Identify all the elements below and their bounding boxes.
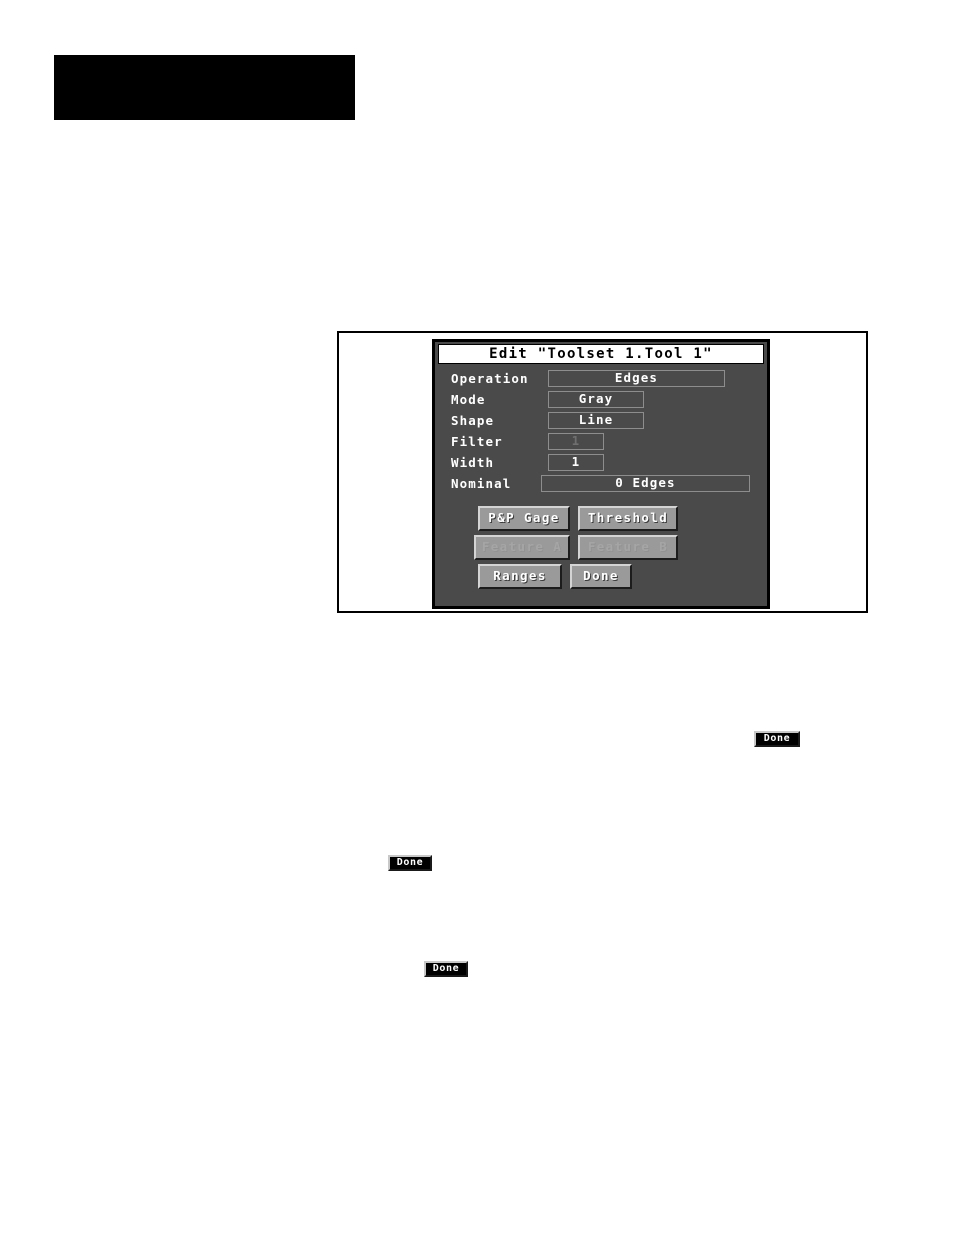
done-button-label: Done bbox=[583, 568, 619, 584]
inline-done-button-3-label: Done bbox=[432, 963, 460, 974]
button-row-3: Ranges Done bbox=[435, 564, 767, 593]
form-row-nominal: Nominal 0 Edges bbox=[435, 474, 767, 494]
field-filter: 1 bbox=[548, 433, 604, 450]
feature-b-button-label: Feature B bbox=[587, 539, 669, 555]
field-nominal[interactable]: 0 Edges bbox=[541, 475, 750, 492]
threshold-button[interactable]: Threshold bbox=[578, 506, 678, 531]
form-row-shape: Shape Line bbox=[435, 411, 767, 431]
button-row-1: P&P Gage Threshold bbox=[435, 506, 767, 535]
field-mode[interactable]: Gray bbox=[548, 391, 644, 408]
label-width: Width bbox=[451, 455, 495, 470]
screenshot-figure-frame: Edit "Toolset 1.Tool 1" Operation Edges … bbox=[337, 331, 868, 613]
edit-tool-dialog: Edit "Toolset 1.Tool 1" Operation Edges … bbox=[432, 339, 770, 609]
ranges-button-label: Ranges bbox=[493, 568, 547, 584]
dialog-button-area: P&P Gage Threshold Feature A Feature B R… bbox=[435, 506, 767, 593]
feature-a-button-label: Feature A bbox=[481, 539, 563, 555]
label-operation: Operation bbox=[451, 371, 529, 386]
form-row-operation: Operation Edges bbox=[435, 369, 767, 389]
label-nominal: Nominal bbox=[451, 476, 512, 491]
field-mode-value: Gray bbox=[578, 391, 614, 407]
label-filter: Filter bbox=[451, 434, 503, 449]
inline-done-button-2[interactable]: Done bbox=[388, 855, 432, 871]
feature-a-button: Feature A bbox=[474, 535, 570, 560]
dialog-title: Edit "Toolset 1.Tool 1" bbox=[489, 346, 713, 362]
field-nominal-value: 0 Edges bbox=[615, 475, 676, 491]
label-mode: Mode bbox=[451, 392, 486, 407]
form-row-mode: Mode Gray bbox=[435, 390, 767, 410]
threshold-button-label: Threshold bbox=[587, 510, 669, 526]
dialog-body: Edit "Toolset 1.Tool 1" Operation Edges … bbox=[435, 342, 767, 606]
dialog-titlebar: Edit "Toolset 1.Tool 1" bbox=[438, 344, 764, 364]
inline-done-button-1-label: Done bbox=[763, 733, 791, 744]
ranges-button[interactable]: Ranges bbox=[478, 564, 562, 589]
field-shape-value: Line bbox=[578, 412, 614, 428]
label-shape: Shape bbox=[451, 413, 495, 428]
inline-done-button-3[interactable]: Done bbox=[424, 961, 468, 977]
black-header-bar bbox=[54, 55, 355, 120]
form-row-filter: Filter 1 bbox=[435, 432, 767, 452]
dialog-form: Operation Edges Mode Gray Shape Line Fil… bbox=[435, 369, 767, 495]
inline-done-button-2-label: Done bbox=[396, 857, 424, 868]
field-width[interactable]: 1 bbox=[548, 454, 604, 471]
field-operation-value: Edges bbox=[614, 370, 659, 386]
field-operation[interactable]: Edges bbox=[548, 370, 725, 387]
inline-done-button-1[interactable]: Done bbox=[754, 731, 800, 747]
pp-gage-button-label: P&P Gage bbox=[488, 510, 560, 526]
feature-b-button: Feature B bbox=[578, 535, 678, 560]
pp-gage-button[interactable]: P&P Gage bbox=[478, 506, 570, 531]
done-button[interactable]: Done bbox=[570, 564, 632, 589]
button-row-2: Feature A Feature B bbox=[435, 535, 767, 564]
field-width-value: 1 bbox=[571, 454, 581, 470]
field-shape[interactable]: Line bbox=[548, 412, 644, 429]
form-row-width: Width 1 bbox=[435, 453, 767, 473]
field-filter-value: 1 bbox=[571, 433, 581, 449]
